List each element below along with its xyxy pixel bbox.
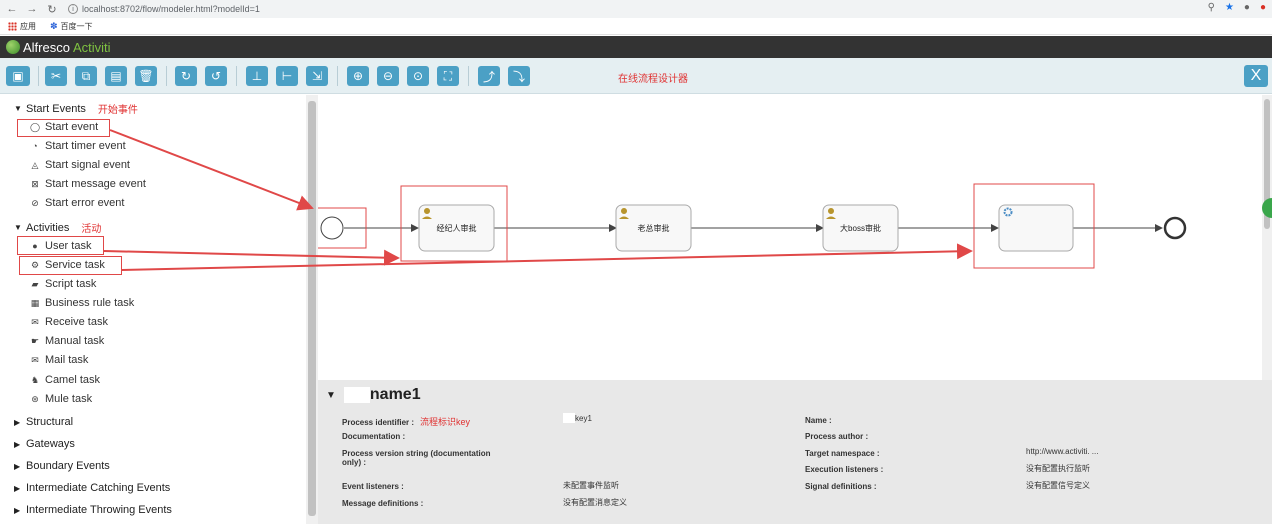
field-process-version[interactable]: Process version string (documentation on… [342, 449, 490, 467]
field-message-definitions[interactable]: Message definitions : [342, 499, 423, 508]
field-process-identifier: Process identifier : 流程标识key [342, 415, 470, 428]
field-target-namespace[interactable]: Target namespace : [805, 449, 880, 458]
value-message-definitions[interactable]: 没有配置消息定义 [563, 497, 627, 508]
field-signal-definitions[interactable]: Signal definitions : [805, 482, 877, 491]
properties-title[interactable]: ▼ name1 [326, 386, 421, 404]
field-label: only) : [342, 458, 366, 467]
value-signal-definitions[interactable]: 没有配置信号定义 [1026, 480, 1090, 491]
properties-panel: ▼ name1 Process identifier : 流程标识key key1… [318, 380, 1272, 524]
arrow-user-task [103, 249, 400, 266]
field-process-author[interactable]: Process author : [805, 432, 868, 441]
redacted-block [563, 413, 575, 423]
value-execution-listeners[interactable]: 没有配置执行监听 [1026, 463, 1090, 474]
value-event-listeners[interactable]: 未配置事件监听 [563, 480, 619, 491]
value-process-identifier[interactable]: key1 [563, 413, 592, 423]
chevron-down-icon: ▼ [326, 389, 336, 401]
field-label: Process version string (documentation [342, 449, 491, 458]
field-execution-listeners[interactable]: Execution listeners : [805, 465, 883, 474]
field-value: key1 [575, 413, 592, 423]
redacted-block [343, 387, 370, 403]
field-event-listeners[interactable]: Event listeners : [342, 482, 404, 491]
field-documentation[interactable]: Documentation : [342, 432, 405, 441]
value-target-namespace[interactable]: http://www.activiti. ... [1026, 447, 1098, 456]
field-label: Process identifier : [342, 418, 415, 427]
process-name: name1 [369, 386, 421, 403]
arrow-start-event [109, 129, 314, 211]
field-name[interactable]: Name : [805, 416, 832, 425]
field-annotation: 流程标识key [420, 417, 471, 427]
